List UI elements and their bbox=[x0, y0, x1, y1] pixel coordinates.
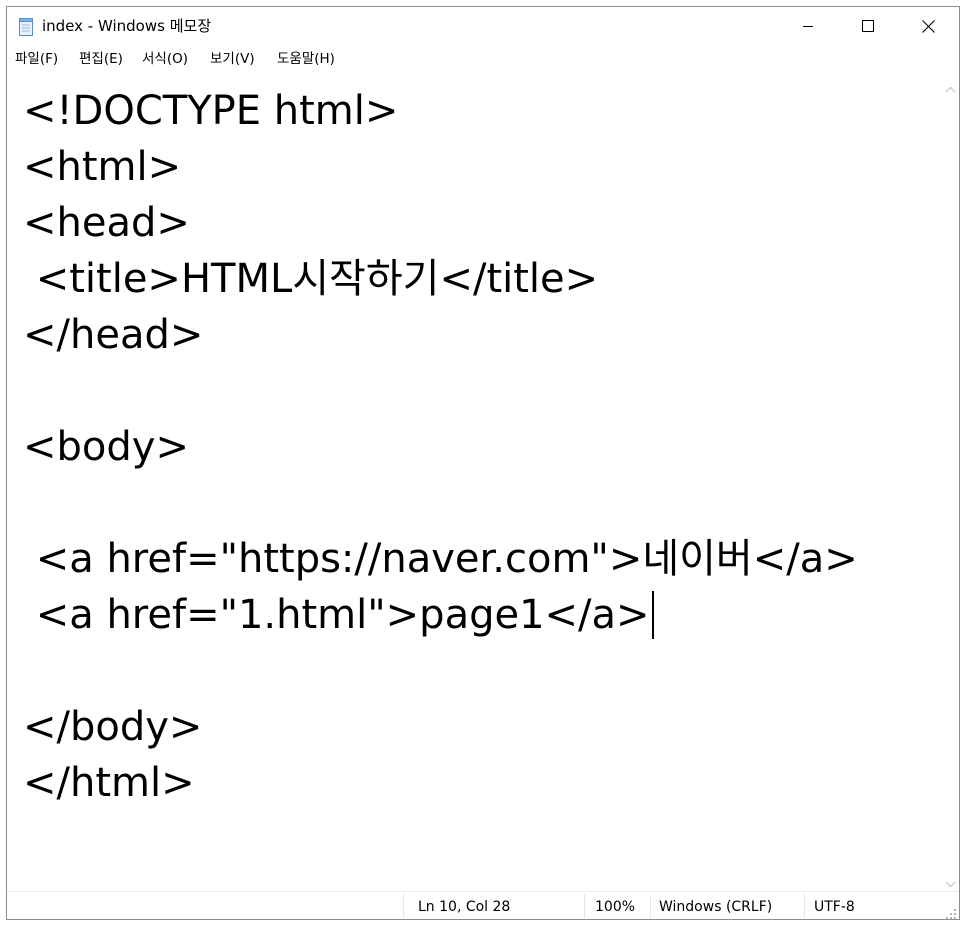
scroll-up-icon[interactable] bbox=[945, 79, 956, 93]
menu-bar: 파일(F) 편집(E) 서식(O) 보기(V) 도움말(H) bbox=[7, 45, 959, 71]
editor-line: <head> bbox=[23, 200, 190, 246]
editor-line: <title>HTML시작하기</title> bbox=[23, 256, 599, 302]
close-button[interactable] bbox=[905, 7, 951, 45]
editor-line: <a href="1.html">page1</a> bbox=[23, 592, 650, 638]
status-bar: Ln 10, Col 28 100% Windows (CRLF) UTF-8 bbox=[7, 891, 959, 919]
menu-format[interactable]: 서식(O) bbox=[142, 50, 188, 68]
notepad-icon bbox=[19, 18, 34, 36]
notepad-window: index - Windows 메모장 파일(F) 편집(E) 서식(O) 보기… bbox=[6, 6, 960, 920]
zoom-level: 100% bbox=[595, 899, 636, 915]
encoding: UTF-8 bbox=[814, 899, 855, 915]
editor-line: <html> bbox=[23, 144, 182, 190]
vertical-scrollbar[interactable] bbox=[942, 71, 959, 891]
status-divider bbox=[584, 894, 585, 918]
cursor-position: Ln 10, Col 28 bbox=[418, 899, 511, 915]
editor-line: <a href="https://naver.com">네이버</a> bbox=[23, 536, 858, 582]
resize-grip-icon[interactable] bbox=[945, 905, 957, 919]
editor-line: </body> bbox=[23, 704, 203, 750]
editor-line: <!DOCTYPE html> bbox=[23, 88, 399, 134]
maximize-icon bbox=[862, 20, 874, 32]
text-caret bbox=[651, 591, 654, 639]
text-editor[interactable]: <!DOCTYPE html> <html> <head> <title>HTM… bbox=[7, 71, 942, 891]
menu-view[interactable]: 보기(V) bbox=[210, 50, 255, 68]
title-bar[interactable]: index - Windows 메모장 bbox=[7, 7, 959, 45]
maximize-button[interactable] bbox=[845, 7, 891, 45]
minimize-button[interactable] bbox=[785, 7, 831, 45]
status-divider bbox=[804, 894, 805, 918]
status-divider bbox=[403, 894, 404, 918]
line-ending: Windows (CRLF) bbox=[659, 899, 773, 915]
scroll-down-icon[interactable] bbox=[945, 874, 956, 888]
editor-line: </head> bbox=[23, 312, 204, 358]
menu-edit[interactable]: 편집(E) bbox=[79, 50, 123, 68]
menu-file[interactable]: 파일(F) bbox=[15, 50, 58, 68]
editor-line: <body> bbox=[23, 424, 189, 470]
editor-line: </html> bbox=[23, 760, 195, 806]
minimize-icon bbox=[802, 20, 814, 32]
close-icon bbox=[921, 19, 935, 33]
status-divider bbox=[650, 894, 651, 918]
window-title: index - Windows 메모장 bbox=[42, 17, 212, 35]
menu-help[interactable]: 도움말(H) bbox=[277, 50, 335, 68]
